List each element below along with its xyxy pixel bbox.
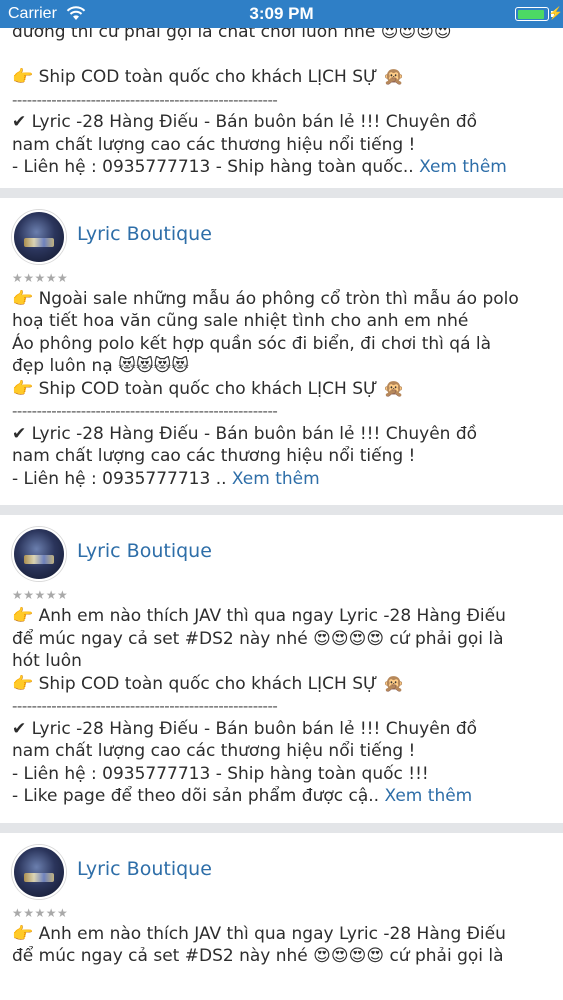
post-text-line: ✔ Lyric -28 Hàng Điếu - Bán buôn bán lẻ … [12, 423, 478, 444]
post-text-line: 👉 Ngoài sale những mẫu áo phông cổ tròn … [12, 288, 519, 309]
feed[interactable]: đường thì cứ phải gọi là chất chơi luôn … [0, 21, 563, 968]
avatar[interactable] [12, 209, 66, 264]
see-more-link[interactable]: Xem thêm [419, 157, 507, 177]
post-text-line: ✔ Lyric -28 Hàng Điếu - Bán buôn bán lẻ … [12, 718, 478, 739]
battery-icon [515, 7, 549, 21]
divider-dashes: ----------------------------------------… [12, 90, 278, 109]
divider-dashes: ----------------------------------------… [12, 402, 278, 420]
avatar[interactable] [12, 527, 66, 581]
post-contact-line: - Like page để theo dõi sản phẩm được cậ… [12, 785, 551, 808]
post-text-line: 👉 Anh em nào thích JAV thì qua ngay Lyri… [12, 923, 506, 944]
post-text-line: 👉 Ship COD toàn quốc cho khách LỊCH SỰ 🙊 [12, 67, 405, 87]
charging-icon: ⚡ [548, 6, 563, 20]
post-body: 👉 Ngoài sale những mẫu áo phông cổ tròn … [0, 288, 563, 491]
post-text-line: hoạ tiết hoa văn cũng sale nhiệt tình ch… [12, 311, 469, 331]
clock: 3:09 PM [249, 4, 314, 23]
post-contact-line: - Liên hệ : 0935777713 .. Xem thêm [12, 468, 551, 491]
post-body: 👉 Anh em nào thích JAV thì qua ngay Lyri… [0, 605, 563, 808]
rating-stars: ★★★★★ [12, 588, 69, 602]
rating-stars: ★★★★★ [12, 905, 69, 920]
post-text-line: để múc ngay cả set #DS2 này nhé 😍😍😍😍 cứ … [12, 628, 504, 649]
post-text-line: ✔ Lyric -28 Hàng Điếu - Bán buôn bán lẻ … [12, 112, 478, 132]
avatar[interactable] [12, 844, 66, 899]
divider-dashes: ----------------------------------------… [12, 697, 278, 715]
see-more-link[interactable]: Xem thêm [232, 469, 320, 489]
rating-stars: ★★★★★ [12, 270, 69, 285]
post-text-line: hót luôn [12, 651, 82, 671]
post-header: Lyric Boutique [0, 833, 563, 905]
post-body: 👉 Anh em nào thích JAV thì qua ngay Lyri… [0, 923, 563, 968]
author-name[interactable]: Lyric Boutique [77, 858, 212, 880]
post-card[interactable]: Lyric Boutique ★★★★★ 👉 Ngoài sale những … [0, 197, 563, 505]
post-text-line: - Liên hệ : 0935777713 - Ship hàng toàn … [12, 763, 429, 784]
post-text-line: đẹp luôn nạ 😻😻😻😻 [12, 356, 190, 376]
post-text-line: 👉 Ship COD toàn quốc cho khách LỊCH SỰ 🙊 [12, 673, 405, 694]
post-separator [0, 822, 563, 833]
post-contact-line: - Liên hệ : 0935777713 - Ship hàng toàn … [12, 156, 551, 179]
post-tail: đường thì cứ phải gọi là chất chơi luôn … [0, 21, 563, 188]
post-header: Lyric Boutique [0, 198, 563, 270]
post-header: Lyric Boutique [0, 515, 563, 587]
post-text-line: Áo phông polo kết hợp quần sóc đi biển, … [12, 333, 492, 354]
post-separator [0, 187, 563, 198]
post-text-line: nam chất lượng cao các thương hiệu nổi t… [12, 134, 416, 155]
author-name[interactable]: Lyric Boutique [77, 223, 212, 245]
post-text-line: để múc ngay cả set #DS2 này nhé 😍😍😍😍 cứ … [12, 946, 504, 966]
contact-text: - Liên hệ : 0935777713 - Ship hàng toàn … [12, 157, 420, 177]
post-card[interactable]: Lyric Boutique ★★★★★ 👉 Anh em nào thích … [0, 832, 563, 968]
contact-text: - Liên hệ : 0935777713 .. [12, 468, 232, 489]
post-text-line: nam chất lượng cao các thương hiệu nổi t… [12, 446, 416, 466]
author-name[interactable]: Lyric Boutique [77, 540, 212, 562]
see-more-link[interactable]: Xem thêm [384, 786, 472, 806]
post-text-line: nam chất lượng cao các thương hiệu nổi t… [12, 741, 416, 761]
post-separator [0, 505, 563, 515]
post-text-line: 👉 Ship COD toàn quốc cho khách LỊCH SỰ 🙊 [12, 378, 405, 399]
contact-text: - Like page để theo dõi sản phẩm được cậ… [12, 786, 385, 806]
post-card[interactable]: Lyric Boutique ★★★★★ 👉 Anh em nào thích … [0, 515, 563, 823]
status-bar: Carrier 3:09 PM ⚡ [0, 0, 563, 28]
post-text-line: 👉 Anh em nào thích JAV thì qua ngay Lyri… [12, 606, 506, 626]
